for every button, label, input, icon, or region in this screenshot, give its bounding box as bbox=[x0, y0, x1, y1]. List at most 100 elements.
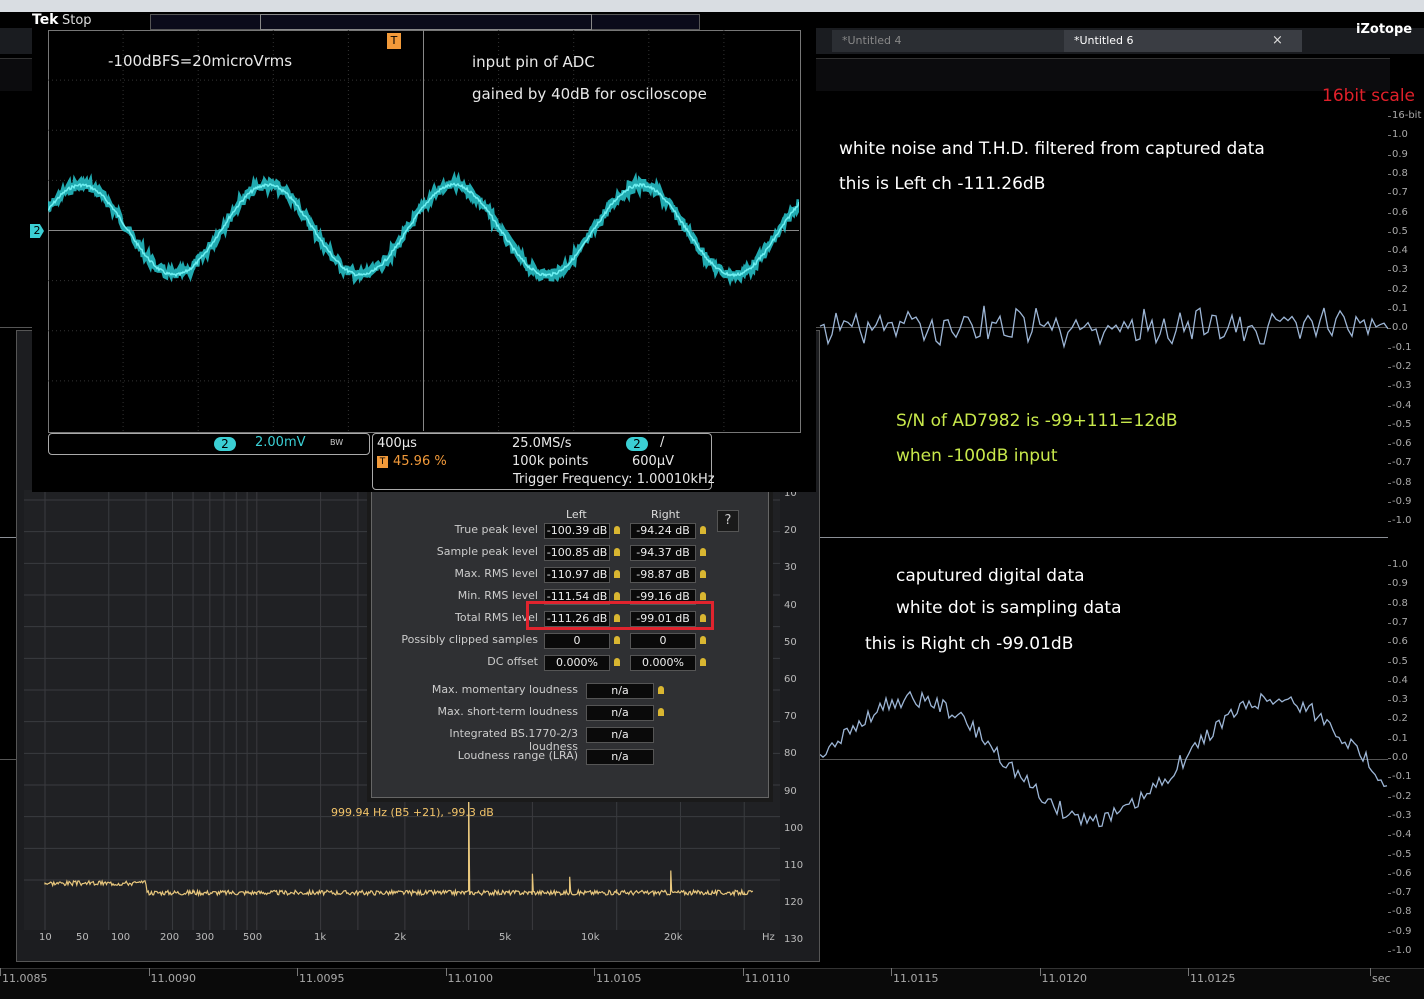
tab-label: *Untitled 4 bbox=[842, 34, 902, 47]
amplitude-label: 0.3 bbox=[1392, 264, 1408, 276]
column-header-left: Left bbox=[566, 508, 587, 521]
amplitude-label: 0.2 bbox=[1392, 713, 1408, 725]
pin-icon[interactable] bbox=[614, 548, 620, 556]
db-label: 120 bbox=[784, 897, 804, 909]
amplitude-tick bbox=[1388, 270, 1391, 272]
amplitude-tick bbox=[1388, 873, 1391, 875]
scope-note-input-1: input pin of ADC bbox=[472, 53, 595, 71]
pin-icon[interactable] bbox=[700, 658, 706, 666]
pin-icon[interactable] bbox=[614, 570, 620, 578]
annotation-sn-2: when -100dB input bbox=[896, 446, 1058, 466]
trigger-frequency: Trigger Frequency: 1.00010kHz bbox=[513, 472, 715, 487]
amplitude-label: 0.5 bbox=[1392, 655, 1408, 667]
amplitude-tick bbox=[1388, 661, 1391, 663]
pin-icon[interactable] bbox=[658, 708, 664, 716]
db-label: 90 bbox=[784, 785, 797, 797]
frequency-label: 1k bbox=[314, 932, 327, 943]
pin-icon[interactable] bbox=[658, 686, 664, 694]
help-button[interactable]: ? bbox=[717, 510, 739, 532]
channel-scale: 2.00mV bbox=[255, 435, 306, 450]
frequency-label: 200 bbox=[160, 932, 180, 943]
amplitude-label: 0.1 bbox=[1392, 303, 1408, 314]
frequency-label: 10 bbox=[39, 932, 52, 943]
stat-left-value: 0.000% bbox=[544, 655, 610, 671]
pin-icon[interactable] bbox=[700, 526, 706, 534]
amplitude-tick bbox=[1388, 463, 1391, 465]
amplitude-tick bbox=[1388, 193, 1391, 195]
amplitude-tick bbox=[1388, 622, 1391, 624]
amplitude-label: -0.1 bbox=[1392, 341, 1412, 353]
tab-label: *Untitled 6 bbox=[1074, 34, 1134, 47]
izotope-logo: iZotope bbox=[1356, 22, 1413, 37]
frequency-label: 100 bbox=[111, 932, 131, 943]
pin-icon[interactable] bbox=[700, 570, 706, 578]
amplitude-tick bbox=[1388, 912, 1391, 914]
stat-label: DC offset bbox=[487, 655, 538, 668]
channel-badge: 2 bbox=[214, 437, 236, 451]
amplitude-tick bbox=[1388, 154, 1391, 156]
trigger-channel-badge: 2 bbox=[626, 437, 648, 451]
left-channel-waveform bbox=[819, 305, 1389, 350]
pin-icon[interactable] bbox=[614, 636, 620, 644]
amplitude-label: 1.0 bbox=[1392, 559, 1408, 570]
stat-left-value: -100.85 dB bbox=[544, 545, 610, 561]
amplitude-label: -1.0 bbox=[1392, 515, 1412, 527]
column-header-right: Right bbox=[651, 508, 680, 521]
stat-label: True peak level bbox=[454, 523, 538, 536]
record-length: 100k points bbox=[512, 454, 589, 469]
time-label: 11.0125 bbox=[1190, 972, 1236, 985]
stat-left-value: -100.39 dB bbox=[544, 523, 610, 539]
pin-icon[interactable] bbox=[614, 592, 620, 600]
db-label: 40 bbox=[784, 599, 797, 611]
amplitude-tick bbox=[1388, 482, 1391, 484]
pin-icon[interactable] bbox=[614, 526, 620, 534]
stat-label: Sample peak level bbox=[436, 545, 538, 558]
highlight-box bbox=[526, 601, 714, 630]
db-label: 110 bbox=[784, 860, 804, 871]
db-label: 20 bbox=[784, 525, 797, 537]
amplitude-label: -0.7 bbox=[1392, 457, 1412, 469]
amplitude-label: -0.2 bbox=[1392, 360, 1412, 372]
stat-right-value: -94.37 dB bbox=[630, 545, 696, 561]
pin-icon[interactable] bbox=[700, 636, 706, 644]
pin-icon[interactable] bbox=[700, 548, 706, 556]
frequency-label: Hz bbox=[762, 932, 775, 943]
amplitude-label: -0.3 bbox=[1392, 380, 1412, 392]
amplitude-label: 0.1 bbox=[1392, 732, 1408, 744]
amplitude-label: -1.0 bbox=[1392, 945, 1412, 956]
amplitude-label: -0.6 bbox=[1392, 867, 1412, 879]
time-tick bbox=[297, 968, 298, 976]
amplitude-label: 0.7 bbox=[1392, 616, 1408, 628]
stat-label: Total RMS level bbox=[455, 611, 538, 624]
time-label: 11.0115 bbox=[893, 972, 939, 985]
stat-label: Max. RMS level bbox=[454, 567, 538, 580]
amplitude-label: 0.0 bbox=[1392, 322, 1408, 334]
trigger-position: 45.96 % bbox=[393, 454, 447, 469]
amplitude-tick bbox=[1388, 642, 1391, 644]
timebase: 400µs bbox=[377, 436, 417, 451]
stat-right-value: 0.000% bbox=[630, 655, 696, 671]
amplitude-tick bbox=[1388, 521, 1391, 523]
amplitude-label: -0.9 bbox=[1392, 496, 1412, 507]
db-label: 130 bbox=[784, 934, 804, 946]
amplitude-tick bbox=[1388, 796, 1391, 798]
pin-icon[interactable] bbox=[700, 592, 706, 600]
time-label: 11.0120 bbox=[1041, 972, 1088, 985]
close-icon[interactable]: × bbox=[1272, 30, 1283, 52]
amplitude-label: -0.9 bbox=[1392, 925, 1412, 937]
pin-icon[interactable] bbox=[614, 658, 620, 666]
amplitude-tick bbox=[1388, 815, 1391, 817]
amplitude-tick bbox=[1388, 719, 1391, 721]
db-label: 70 bbox=[784, 711, 797, 723]
amplitude-label: 0.0 bbox=[1392, 752, 1408, 763]
amplitude-tick bbox=[1388, 212, 1391, 214]
amplitude-tick bbox=[1388, 386, 1391, 388]
amplitude-tick bbox=[1388, 366, 1391, 368]
amplitude-label: 0.2 bbox=[1392, 283, 1408, 295]
amplitude-tick bbox=[1388, 893, 1391, 895]
tab-untitled-6[interactable]: *Untitled 6 bbox=[1064, 30, 1302, 52]
tab-untitled-4[interactable]: *Untitled 4 bbox=[832, 30, 1067, 52]
amplitude-tick bbox=[1388, 116, 1391, 117]
db-label: 50 bbox=[784, 636, 797, 648]
annotation-captured-3: this is Right ch -99.01dB bbox=[865, 634, 1074, 654]
